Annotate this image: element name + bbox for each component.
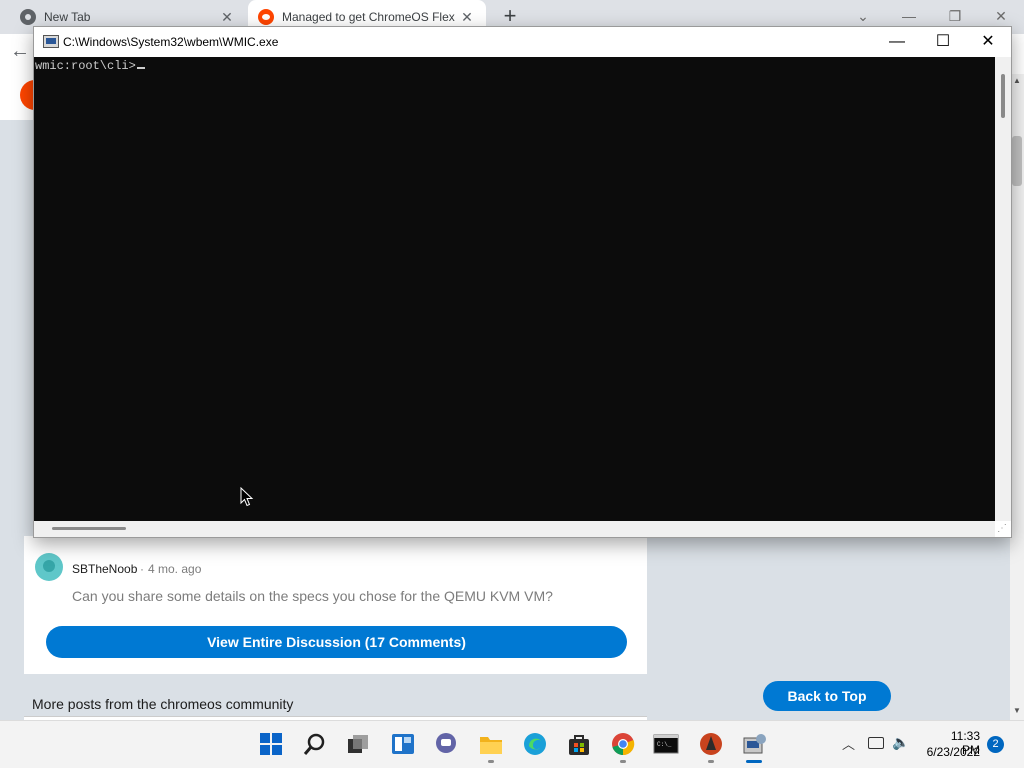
tab-close-icon[interactable]: ✕ [456,9,478,26]
chat-icon[interactable] [432,730,460,758]
scroll-down-icon[interactable]: ▼ [1010,704,1024,718]
tab-close-icon[interactable]: ✕ [216,9,238,26]
console-app-icon [43,35,59,48]
new-tab-button[interactable]: + [498,4,522,28]
comment-username[interactable]: SBTheNoob [72,562,137,576]
console-vscroll-thumb[interactable] [1001,74,1005,118]
chrome-running-indicator [620,760,626,763]
page-scroll-thumb[interactable] [1012,136,1022,186]
console-title: C:\Windows\System32\wbem\WMIC.exe [63,35,279,49]
task-view-icon[interactable] [344,730,372,758]
wmic-console-window[interactable]: C:\Windows\System32\wbem\WMIC.exe — ☐ ✕ … [33,26,1012,538]
chevron-up-icon[interactable]: ︿ [842,734,855,753]
avatar[interactable] [35,553,63,581]
mouse-pointer-icon [240,487,254,507]
console-minimize-button[interactable]: — [874,27,920,57]
console-horizontal-scrollbar[interactable] [34,521,995,537]
terminal-icon[interactable]: C:\_ [652,730,680,758]
chrome-favicon-icon [20,9,36,25]
network-icon[interactable] [868,737,884,749]
resize-grip-icon[interactable]: ⋰ [997,523,1009,535]
search-icon[interactable] [301,730,329,758]
console-titlebar[interactable]: C:\Windows\System32\wbem\WMIC.exe — ☐ ✕ [34,27,1011,57]
comment-separator: · [140,562,144,576]
console-prompt-line: wmic:root\cli> [35,59,145,73]
tab-title: Managed to get ChromeOS Flex [282,10,455,24]
file-explorer-icon[interactable] [477,730,505,758]
store-icon[interactable] [565,730,593,758]
back-arrow-icon[interactable]: ← [10,40,30,63]
clock-date[interactable]: 6/23/2022 [922,745,980,759]
widgets-icon[interactable] [389,730,417,758]
back-to-top-button[interactable]: Back to Top [763,681,891,711]
chrome-icon[interactable] [609,730,637,758]
app-running-indicator [708,760,714,763]
console-vertical-scrollbar[interactable] [995,57,1011,521]
app-icon[interactable] [697,730,725,758]
view-discussion-button[interactable]: View Entire Discussion (17 Comments) [46,626,627,658]
more-posts-heading: More posts from the chromeos community [32,696,294,712]
wmic-icon[interactable] [741,730,769,758]
reddit-favicon-icon [258,9,274,25]
volume-icon[interactable]: 🔈 [892,734,909,751]
tab-title: New Tab [44,10,91,24]
comment-text: Can you share some details on the specs … [72,588,553,604]
notification-badge[interactable]: 2 [987,736,1004,753]
start-icon[interactable] [257,730,285,758]
wmic-active-indicator [746,760,762,763]
scroll-up-icon[interactable]: ▲ [1010,74,1024,88]
console-close-button[interactable]: ✕ [965,27,1011,57]
console-body[interactable]: wmic:root\cli> [34,57,995,521]
text-cursor [136,67,145,69]
edge-icon[interactable] [521,730,549,758]
svg-text:C:\_: C:\_ [657,741,672,748]
console-hscroll-thumb[interactable] [52,527,126,530]
explorer-running-indicator [488,760,494,763]
console-prompt-text: wmic:root\cli> [35,59,136,73]
comment-timestamp[interactable]: 4 mo. ago [148,562,201,576]
console-maximize-button[interactable]: ☐ [920,27,966,57]
